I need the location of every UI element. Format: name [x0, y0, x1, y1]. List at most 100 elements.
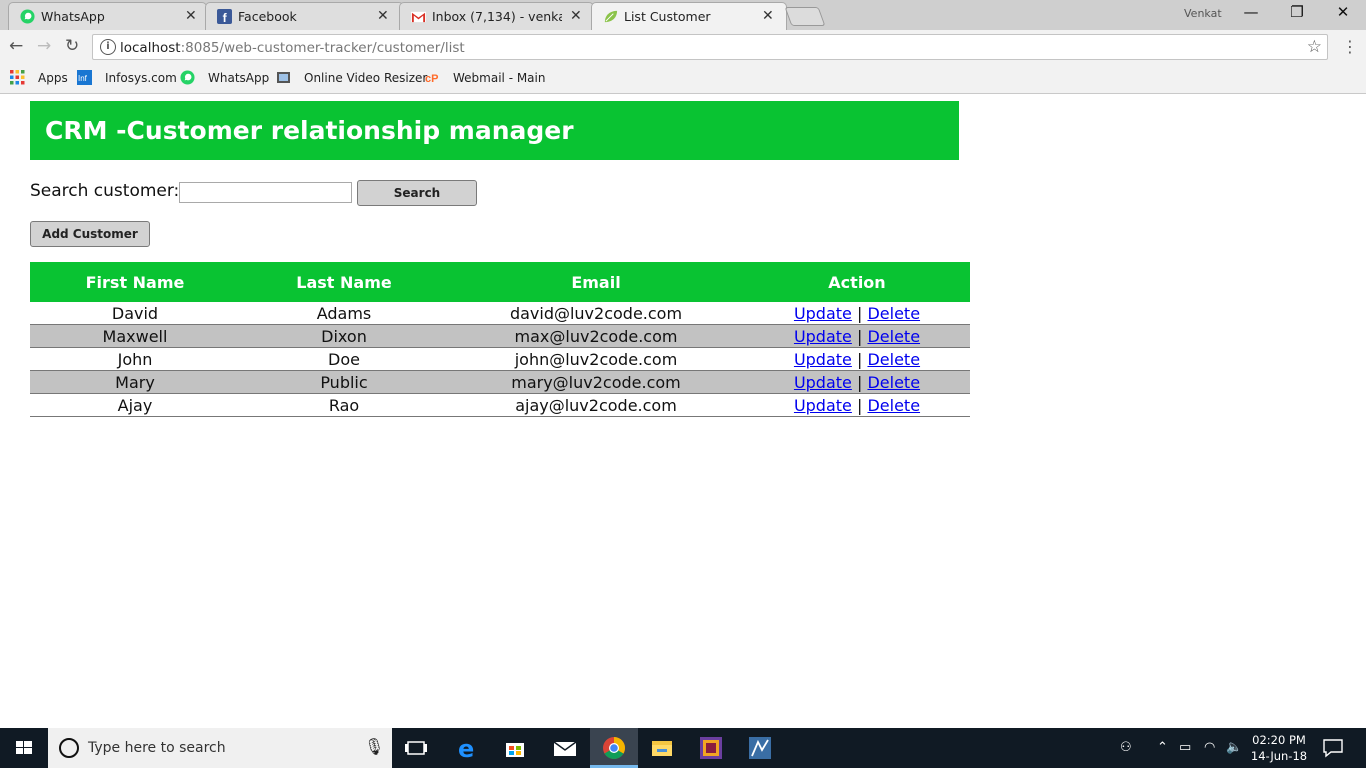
people-icon[interactable]: ⚇ — [1120, 740, 1132, 755]
bookmark-star-icon[interactable]: ☆ — [1307, 37, 1322, 57]
cell-action: Update | Delete — [744, 348, 970, 371]
delete-link[interactable]: Delete — [867, 373, 920, 392]
gmail-icon — [411, 11, 426, 23]
cell-last-name: Doe — [328, 349, 360, 369]
delete-link[interactable]: Delete — [867, 350, 920, 369]
apps-grid-icon — [10, 70, 25, 85]
cell-email: mary@luv2code.com — [448, 370, 744, 394]
taskbar-search[interactable]: Type here to search 🎙 — [48, 728, 392, 768]
customer-table: First Name Last Name Email Action David … — [30, 262, 970, 417]
bookmark-video-resizer[interactable]: Online Video Resizer — [304, 71, 427, 85]
cell-last-name: Rao — [240, 393, 448, 417]
header-banner: CRM -Customer relationship manager — [30, 101, 959, 160]
taskbar-file-explorer[interactable] — [638, 728, 686, 768]
close-window-icon[interactable]: ✕ — [1320, 3, 1366, 21]
update-link[interactable]: Update — [794, 304, 852, 323]
bookmark-apps[interactable]: Apps — [38, 71, 68, 85]
taskbar-edge[interactable]: e — [443, 728, 491, 768]
tab-facebook[interactable]: f Facebook ✕ — [205, 2, 404, 30]
taskbar-game-app[interactable] — [687, 728, 735, 768]
taskbar-store[interactable] — [491, 728, 539, 768]
bookmark-infosys[interactable]: Infosys.com — [105, 71, 177, 85]
start-button[interactable] — [0, 728, 48, 768]
update-link[interactable]: Update — [794, 396, 852, 415]
header-last-name: Last Name — [240, 262, 448, 302]
tab-whatsapp[interactable]: WhatsApp ✕ — [8, 2, 207, 30]
browser-toolbar: ← → ↻ i localhost:8085/web-customer-trac… — [0, 30, 1366, 64]
tab-gmail[interactable]: Inbox (7,134) - venkatasw ✕ — [399, 2, 594, 30]
add-customer-button[interactable]: Add Customer — [30, 221, 150, 247]
delete-link[interactable]: Delete — [867, 396, 920, 415]
taskbar: Type here to search 🎙 e ⚇ ⌃ ▭ ◠ 🔈 02:20 … — [0, 728, 1366, 768]
restore-icon[interactable]: ❐ — [1274, 3, 1320, 21]
forward-arrow-icon[interactable]: → — [37, 36, 51, 56]
separator: | — [856, 372, 863, 392]
clock-date: 14-Jun-18 — [1250, 749, 1308, 763]
cell-action: Update | Delete — [744, 370, 970, 394]
chrome-icon — [603, 737, 625, 759]
clock-time: 02:20 PM — [1252, 733, 1306, 747]
separator: | — [856, 326, 863, 346]
tab-title: WhatsApp — [41, 9, 105, 24]
new-tab-button[interactable] — [784, 7, 826, 26]
taskbar-mail[interactable] — [540, 728, 588, 768]
url-text[interactable]: localhost:8085/web-customer-tracker/cust… — [120, 40, 465, 56]
bookmarks-bar: Apps Inf Infosys.com WhatsApp Online Vid… — [0, 64, 1366, 94]
bookmark-whatsapp[interactable]: WhatsApp — [208, 71, 269, 85]
tab-list-customer[interactable]: List Customer ✕ — [591, 2, 787, 31]
chevron-up-icon[interactable]: ⌃ — [1157, 740, 1168, 755]
cell-email: david@luv2code.com — [509, 303, 683, 323]
cpanel-icon: cP — [425, 73, 438, 85]
table-row: Maxwell Dixon max@luv2code.com Update | … — [30, 324, 970, 348]
tab-title: Inbox (7,134) - venkatasw — [432, 9, 562, 24]
cell-first-name: Ajay — [30, 393, 240, 417]
url-host: localhost — [120, 40, 181, 56]
windows-logo-icon — [16, 741, 32, 754]
bookmark-webmail[interactable]: Webmail - Main — [453, 71, 545, 85]
facebook-icon: f — [217, 9, 232, 24]
leaf-icon — [604, 10, 618, 23]
close-icon[interactable]: ✕ — [762, 8, 774, 24]
cell-action: Update | Delete — [744, 393, 970, 417]
delete-link[interactable]: Delete — [867, 304, 920, 323]
close-icon[interactable]: ✕ — [377, 8, 389, 24]
update-link[interactable]: Update — [794, 373, 852, 392]
close-icon[interactable]: ✕ — [570, 8, 582, 24]
volume-icon[interactable]: 🔈 — [1226, 740, 1242, 755]
cell-first-name: David — [111, 303, 159, 323]
update-link[interactable]: Update — [794, 350, 852, 369]
reload-icon[interactable]: ↻ — [65, 36, 79, 56]
table-row: John Doe john@luv2code.com Update | Dele… — [30, 348, 970, 371]
minimize-icon[interactable]: — — [1228, 3, 1274, 21]
search-input[interactable] — [179, 182, 352, 203]
search-label: Search customer: — [30, 181, 180, 201]
header-email: Email — [448, 262, 744, 302]
delete-link[interactable]: Delete — [867, 327, 920, 346]
cell-last-name: Public — [240, 370, 448, 394]
notifications-icon[interactable] — [1322, 738, 1344, 758]
taskbar-mysql-workbench[interactable] — [736, 728, 784, 768]
task-view-button[interactable] — [392, 728, 440, 768]
header-first-name: First Name — [30, 262, 240, 302]
menu-kebab-icon[interactable]: ⋮ — [1342, 37, 1358, 56]
update-link[interactable]: Update — [794, 327, 852, 346]
cell-last-name: Dixon — [240, 324, 448, 348]
profile-name[interactable]: Venkat — [1184, 7, 1222, 20]
cell-last-name: Adams — [316, 303, 372, 323]
back-arrow-icon[interactable]: ← — [9, 36, 23, 56]
info-icon[interactable]: i — [100, 39, 116, 55]
system-clock[interactable]: 02:20 PM 14-Jun-18 — [1248, 732, 1310, 764]
search-button[interactable]: Search — [357, 180, 477, 206]
close-icon[interactable]: ✕ — [185, 8, 197, 24]
separator: | — [856, 349, 863, 369]
battery-icon[interactable]: ▭ — [1179, 740, 1191, 755]
separator: | — [856, 303, 863, 323]
microphone-icon[interactable]: 🎙 — [364, 737, 384, 756]
address-bar[interactable]: i localhost:8085/web-customer-tracker/cu… — [92, 34, 1328, 60]
cell-email: max@luv2code.com — [448, 324, 744, 348]
tab-title: List Customer — [624, 9, 711, 24]
wifi-icon[interactable]: ◠ — [1204, 740, 1215, 755]
video-resizer-icon — [277, 72, 290, 83]
taskbar-chrome[interactable] — [590, 728, 638, 768]
svg-text:cP: cP — [425, 73, 438, 85]
